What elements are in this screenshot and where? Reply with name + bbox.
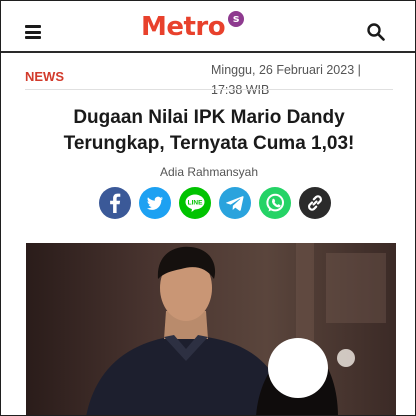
article-title: Dugaan Nilai IPK Mario Dandy Terungkap, … [63,107,355,154]
article-author[interactable]: Adia Rahmansyah [1,165,415,179]
line-share-button[interactable]: LINE [179,187,211,219]
site-logo[interactable]: Metro s [141,11,245,43]
publish-date: Minggu, 26 Februari 2023 | 17:38 WIB [211,63,361,97]
whatsapp-share-button[interactable] [259,187,291,219]
article-meta: NEWS Minggu, 26 Februari 2023 | 17:38 WI… [25,59,395,99]
share-bar: LINE [99,187,339,219]
twitter-share-button[interactable] [139,187,171,219]
whatsapp-icon [266,193,285,212]
telegram-share-button[interactable] [219,187,251,219]
link-icon [308,195,322,211]
line-icon: LINE [185,194,205,212]
hamburger-icon[interactable] [25,25,41,39]
facebook-share-button[interactable] [99,187,131,219]
hero-photo-image [26,243,396,415]
search-icon[interactable] [367,23,385,41]
article-hero-photo[interactable] [26,243,396,415]
brand-name: Metro [141,12,226,42]
page-frame: Metro s NEWS Minggu, 26 Februari 2023 | … [0,0,416,416]
copy-link-button[interactable] [299,187,331,219]
category-label[interactable]: NEWS [25,69,64,84]
site-header: Metro s [1,1,415,53]
meta-divider [25,89,393,90]
svg-text:LINE: LINE [188,200,203,207]
facebook-icon [110,193,121,213]
brand-badge: s [228,11,245,27]
twitter-icon [147,196,163,210]
telegram-icon [226,196,244,211]
